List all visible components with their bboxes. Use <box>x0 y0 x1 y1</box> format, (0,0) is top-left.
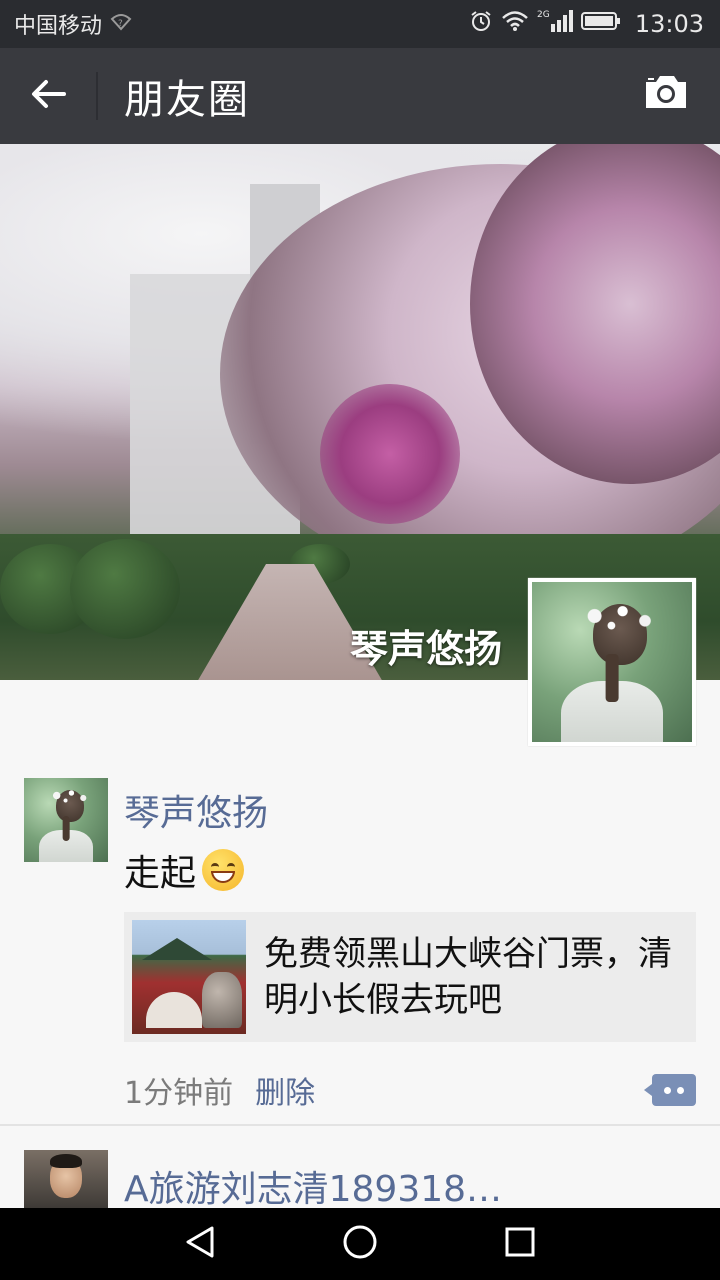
status-right: 2G 13:03 <box>469 8 704 40</box>
nav-back-button[interactable] <box>176 1220 224 1268</box>
app-bar: 朋友圈 <box>0 48 720 144</box>
cover-user-name: 琴声悠扬 <box>349 627 502 671</box>
nav-home-button[interactable] <box>336 1220 384 1268</box>
signal-icon: 2G <box>537 8 573 40</box>
post-author-name[interactable]: A旅游刘志清189318… <box>124 1160 502 1212</box>
feed-divider <box>0 1124 720 1126</box>
comment-dots-icon <box>664 1087 671 1094</box>
nav-recents-icon <box>504 1226 536 1262</box>
carrier-label: 中国移动 <box>14 14 103 39</box>
clock: 13:03 <box>634 10 704 38</box>
back-arrow-icon <box>30 78 66 114</box>
cover-avatar[interactable] <box>528 578 696 746</box>
network-label: 2G <box>537 10 550 20</box>
grinning-face-icon <box>202 849 245 891</box>
status-bar: 中国移动 ? 2G 13:03 <box>0 0 720 48</box>
post-author-name[interactable]: 琴声悠扬 <box>124 784 268 836</box>
battery-icon <box>580 10 621 38</box>
nav-recents-button[interactable] <box>496 1220 544 1268</box>
post-time: 1分钟前 <box>124 1076 234 1111</box>
alarm-icon <box>469 9 493 39</box>
back-button[interactable] <box>0 48 96 144</box>
post-text: 走起 <box>124 844 245 896</box>
app-bar-divider <box>96 72 98 120</box>
avatar[interactable] <box>24 1150 108 1208</box>
nav-home-icon <box>342 1224 378 1264</box>
avatar[interactable] <box>24 778 108 862</box>
link-thumbnail <box>132 920 246 1034</box>
svg-text:?: ? <box>118 19 123 29</box>
camera-icon <box>642 76 690 116</box>
system-nav-bar <box>0 1208 720 1280</box>
wifi-faint-icon: ? <box>110 12 132 37</box>
wifi-icon <box>501 10 529 38</box>
post-text-content: 走起 <box>124 853 197 894</box>
link-title: 免费领黑山大峡谷门票，清明小长假去玩吧 <box>264 934 672 1020</box>
post-meta: 1分钟前 删除 <box>124 1068 315 1112</box>
status-left: 中国移动 ? <box>14 8 132 40</box>
page-title: 朋友圈 <box>124 77 250 123</box>
delete-button[interactable]: 删除 <box>255 1068 315 1112</box>
comment-button[interactable] <box>644 1074 696 1106</box>
camera-button[interactable] <box>642 72 694 120</box>
shared-link-card[interactable]: 免费领黑山大峡谷门票，清明小长假去玩吧 <box>124 912 696 1042</box>
nav-back-icon <box>184 1225 216 1263</box>
